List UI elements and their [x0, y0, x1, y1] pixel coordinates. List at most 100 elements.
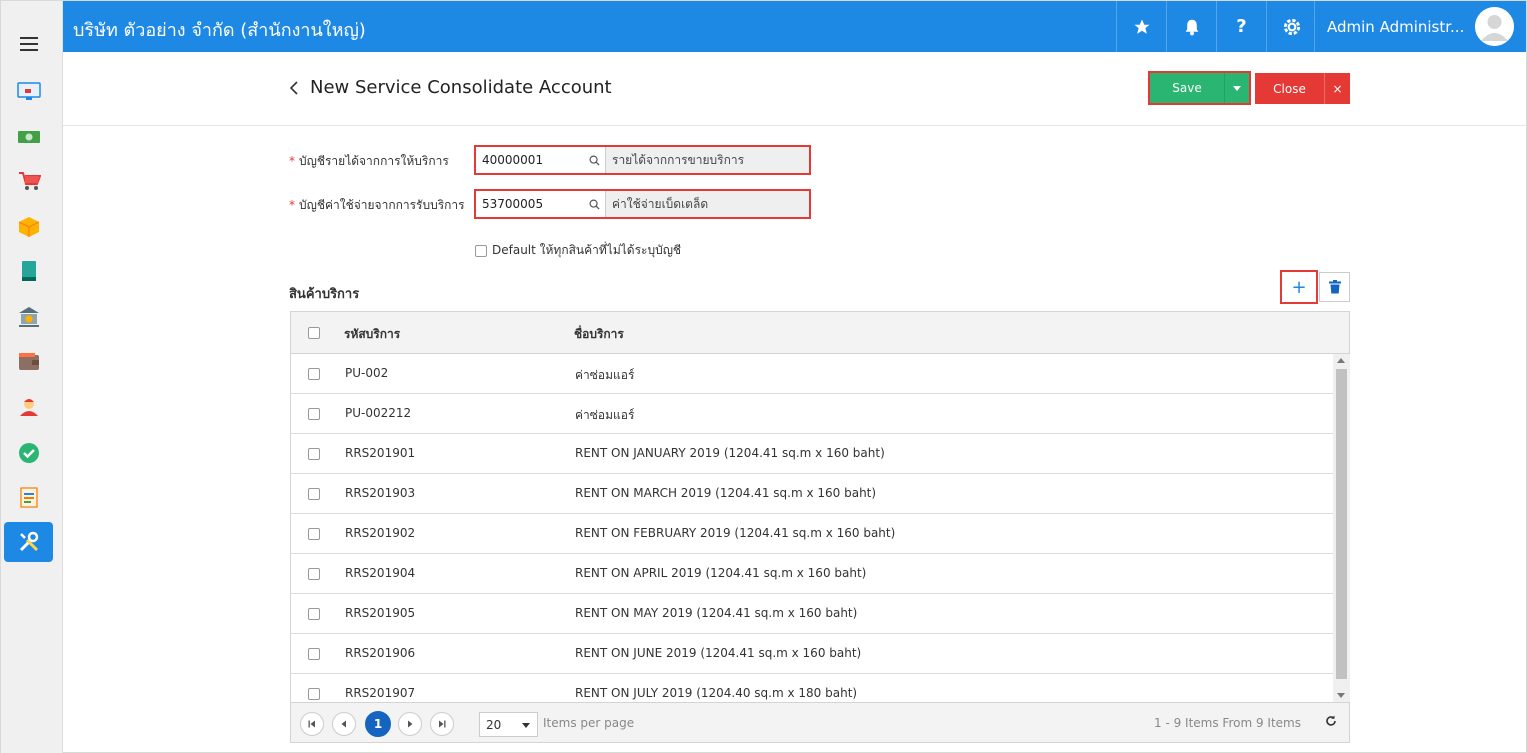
row-checkbox[interactable]: [308, 648, 320, 660]
revenue-account-description: รายได้จากการขายบริการ: [606, 147, 809, 173]
table-row[interactable]: PU-002 ค่าซ่อมแอร์: [291, 354, 1333, 394]
pagination-info: 1 - 9 Items From 9 Items: [1154, 716, 1301, 730]
service-code: PU-002212: [345, 406, 412, 420]
contacts-icon[interactable]: [15, 393, 43, 421]
service-code: RRS201903: [345, 486, 416, 500]
search-icon[interactable]: [584, 191, 606, 217]
row-checkbox[interactable]: [308, 488, 320, 500]
row-checkbox[interactable]: [308, 528, 320, 540]
column-header-name[interactable]: ชื่อบริการ: [574, 325, 624, 344]
table-scrollbar[interactable]: [1333, 354, 1350, 702]
chevron-down-icon: [522, 723, 530, 728]
row-checkbox[interactable]: [308, 368, 320, 380]
expense-account-code-input[interactable]: 53700005: [476, 191, 584, 217]
dashboard-icon[interactable]: [15, 77, 43, 105]
current-page-button[interactable]: 1: [365, 711, 391, 737]
book-icon[interactable]: [15, 257, 43, 285]
delete-service-button[interactable]: [1319, 272, 1350, 302]
default-checkbox-label: Default ให้ทุกสินค้าที่ไม่ได้ระบุบัญชี: [492, 243, 682, 257]
back-icon[interactable]: [289, 79, 299, 100]
money-icon[interactable]: [15, 123, 43, 151]
save-dropdown-button[interactable]: [1224, 73, 1249, 103]
help-icon[interactable]: ?: [1216, 1, 1266, 52]
star-icon[interactable]: [1116, 1, 1166, 52]
sidebar: [1, 1, 63, 753]
settings-icon[interactable]: [1266, 1, 1316, 52]
revenue-account-code-input[interactable]: 40000001: [476, 147, 584, 173]
avatar[interactable]: [1475, 7, 1514, 46]
service-name: ค่าซ่อมแอร์: [575, 368, 635, 382]
table-row[interactable]: RRS201903 RENT ON MARCH 2019 (1204.41 sq…: [291, 474, 1333, 514]
default-checkbox[interactable]: [475, 244, 487, 257]
service-name: RENT ON FEBRUARY 2019 (1204.41 sq.m x 16…: [575, 526, 896, 540]
service-name: RENT ON APRIL 2019 (1204.41 sq.m x 160 b…: [575, 566, 867, 580]
service-code: RRS201906: [345, 646, 416, 660]
table-row[interactable]: RRS201906 RENT ON JUNE 2019 (1204.41 sq.…: [291, 634, 1333, 674]
row-checkbox[interactable]: [308, 568, 320, 580]
table-row[interactable]: RRS201904 RENT ON APRIL 2019 (1204.41 sq…: [291, 554, 1333, 594]
service-name: RENT ON JANUARY 2019 (1204.41 sq.m x 160…: [575, 446, 885, 460]
bank-icon[interactable]: [15, 303, 43, 331]
table-row[interactable]: PU-002212 ค่าซ่อมแอร์: [291, 394, 1333, 434]
next-page-button[interactable]: [398, 712, 422, 736]
close-button[interactable]: Close: [1255, 73, 1324, 104]
row-checkbox[interactable]: [308, 448, 320, 460]
service-code: RRS201902: [345, 526, 416, 540]
select-all-checkbox[interactable]: [308, 327, 320, 339]
table-row[interactable]: RRS201905 RENT ON MAY 2019 (1204.41 sq.m…: [291, 594, 1333, 634]
revenue-account-field: 40000001 รายได้จากการขายบริการ: [474, 145, 811, 175]
save-button[interactable]: Save: [1150, 73, 1224, 103]
scroll-down-icon[interactable]: [1337, 693, 1345, 698]
service-code: RRS201905: [345, 606, 416, 620]
revenue-account-label: * บัญชีรายได้จากการให้บริการ: [289, 154, 449, 168]
expense-account-field: 53700005 ค่าใช้จ่ายเบ็ดเตล็ด: [474, 189, 811, 219]
box-icon[interactable]: [15, 213, 43, 241]
page-header: New Service Consolidate Account Save Clo…: [63, 52, 1526, 126]
report-icon[interactable]: [15, 483, 43, 511]
cart-icon[interactable]: [15, 167, 43, 195]
row-checkbox[interactable]: [308, 688, 320, 700]
pagination: 1 20 Items per page 1 - 9 Items From 9 I…: [291, 702, 1349, 742]
page-title: New Service Consolidate Account: [310, 77, 612, 98]
expense-account-description: ค่าใช้จ่ายเบ็ดเตล็ด: [606, 191, 809, 217]
service-code: RRS201904: [345, 566, 416, 580]
top-bar: บริษัท ตัวอย่าง จำกัด (สำนักงานใหญ่) ? A…: [63, 1, 1526, 52]
expense-account-row: * บัญชีค่าใช้จ่ายจากการรับบริการ 53700005…: [289, 189, 819, 219]
tools-icon[interactable]: [4, 522, 53, 562]
scroll-up-icon[interactable]: [1337, 358, 1345, 363]
last-page-button[interactable]: [430, 712, 454, 736]
column-header-code[interactable]: รหัสบริการ: [344, 325, 400, 344]
table-row[interactable]: RRS201907 RENT ON JULY 2019 (1204.40 sq.…: [291, 674, 1333, 702]
row-checkbox[interactable]: [308, 408, 320, 420]
table-header: รหัสบริการ ชื่อบริการ: [291, 312, 1349, 354]
search-icon[interactable]: [584, 147, 606, 173]
table-row[interactable]: RRS201901 RENT ON JANUARY 2019 (1204.41 …: [291, 434, 1333, 474]
company-name[interactable]: บริษัท ตัวอย่าง จำกัด (สำนักงานใหญ่): [73, 15, 366, 44]
service-name: RENT ON MARCH 2019 (1204.41 sq.m x 160 b…: [575, 486, 877, 500]
service-code: RRS201907: [345, 686, 416, 700]
close-icon[interactable]: ×: [1324, 73, 1350, 104]
service-name: RENT ON JUNE 2019 (1204.41 sq.m x 160 ba…: [575, 646, 862, 660]
services-table: รหัสบริการ ชื่อบริการ PU-002 ค่าซ่อมแอร์…: [290, 311, 1350, 743]
first-page-button[interactable]: [300, 712, 324, 736]
page-size-label: Items per page: [543, 716, 635, 730]
hamburger-icon[interactable]: [20, 37, 38, 51]
bell-icon[interactable]: [1166, 1, 1216, 52]
wallet-icon[interactable]: [15, 347, 43, 375]
previous-page-button[interactable]: [332, 712, 356, 736]
table-row[interactable]: RRS201902 RENT ON FEBRUARY 2019 (1204.41…: [291, 514, 1333, 554]
service-code: RRS201901: [345, 446, 416, 460]
refresh-icon[interactable]: [1325, 715, 1337, 731]
page-size-select[interactable]: 20: [479, 712, 538, 737]
row-checkbox[interactable]: [308, 608, 320, 620]
services-section-title: สินค้าบริการ: [289, 287, 360, 302]
revenue-account-row: * บัญชีรายได้จากการให้บริการ 40000001 ราย…: [289, 145, 819, 175]
service-name: RENT ON JULY 2019 (1204.40 sq.m x 180 ba…: [575, 686, 858, 700]
service-name: ค่าซ่อมแอร์: [575, 408, 635, 422]
service-name: RENT ON MAY 2019 (1204.41 sq.m x 160 bah…: [575, 606, 858, 620]
scrollbar-thumb[interactable]: [1336, 369, 1347, 679]
add-service-button[interactable]: +: [1280, 270, 1318, 304]
chevron-down-icon: [1233, 85, 1241, 91]
approve-icon[interactable]: [15, 439, 43, 467]
page-size-value: 20: [486, 717, 502, 732]
